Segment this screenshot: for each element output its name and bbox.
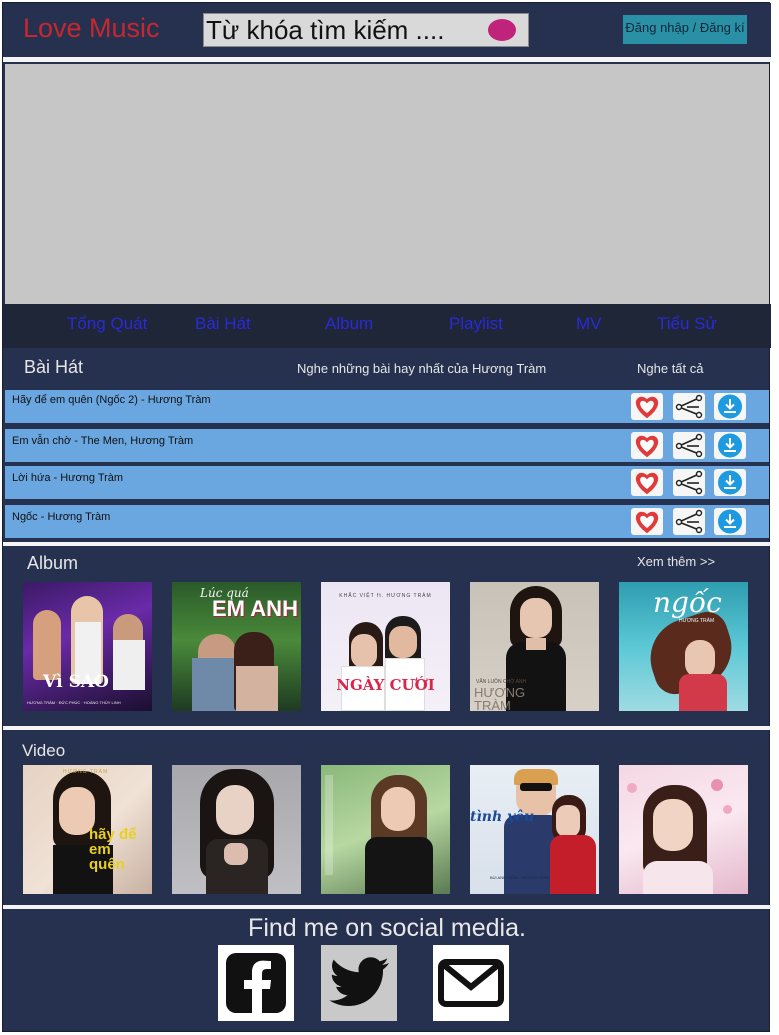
facebook-icon[interactable] xyxy=(218,945,294,1021)
nav-item-tong-quat[interactable]: Tổng Quát xyxy=(67,314,147,334)
album-cover-credits: KHẮC VIỆT ft. HƯƠNG TRÀM xyxy=(339,593,432,599)
share-icon[interactable] xyxy=(673,469,705,496)
album-cover-ngoc[interactable]: ngốc HƯƠNG TRÀM xyxy=(619,582,748,711)
mail-icon[interactable] xyxy=(433,945,509,1021)
divider xyxy=(3,57,771,62)
nav-item-album[interactable]: Album xyxy=(325,314,373,334)
see-more-link[interactable]: Xem thêm >> xyxy=(637,554,715,569)
album-cover-text: NGÀY CƯỚI xyxy=(336,676,435,694)
download-icon[interactable] xyxy=(714,469,746,496)
album-cover-text: ngốc xyxy=(653,586,722,619)
song-title[interactable]: Lời hứa - Hương Tràm xyxy=(12,472,123,484)
video-thumb-2[interactable] xyxy=(172,765,301,894)
logo[interactable]: Love Music xyxy=(23,13,160,44)
album-cover-credits: Lúc quá xyxy=(200,586,249,600)
header: Love Music Từ khóa tìm kiếm .... Đăng nh… xyxy=(3,3,771,57)
login-button[interactable]: Đăng nhập / Đăng kí xyxy=(623,15,747,44)
songs-section-title: Bài Hát xyxy=(24,357,84,377)
album-cover-ngay-cuoi[interactable]: KHẮC VIỆT ft. HƯƠNG TRÀM NGÀY CƯỚI xyxy=(321,582,450,711)
nav-item-mv[interactable]: MV xyxy=(576,314,602,334)
song-title[interactable]: Hãy để em quên (Ngốc 2) - Hương Tràm xyxy=(12,394,211,406)
listen-all-link[interactable]: Nghe tất cả xyxy=(637,361,704,376)
song-row[interactable]: Lời hứa - Hương Tràm xyxy=(5,466,769,499)
heart-icon[interactable] xyxy=(631,393,663,420)
video-thumb-5[interactable] xyxy=(619,765,748,894)
album-section-title: Album xyxy=(27,553,79,573)
heart-icon[interactable] xyxy=(631,432,663,459)
download-icon[interactable] xyxy=(714,508,746,535)
search-button[interactable] xyxy=(488,19,516,41)
twitter-icon[interactable] xyxy=(321,945,397,1021)
video-thumb-3[interactable] xyxy=(321,765,450,894)
share-icon[interactable] xyxy=(673,432,705,459)
share-icon[interactable] xyxy=(673,508,705,535)
search-bar[interactable]: Từ khóa tìm kiếm .... xyxy=(203,13,529,47)
album-cover-vi-sao[interactable]: Vì SAO HƯƠNG TRÀM · ĐỨC PHÚC · HOÀNG THÙ… xyxy=(23,582,152,711)
video-thumb-credits: HƯƠNG TRÀM xyxy=(63,769,109,775)
song-row[interactable]: Em vẫn chờ - The Men, Hương Tràm xyxy=(5,429,769,462)
page-frame: Love Music Từ khóa tìm kiếm .... Đăng nh… xyxy=(2,2,771,1032)
nav-bar: Tổng Quát Bài Hát Album Playlist MV Tiểu… xyxy=(3,304,771,348)
download-icon[interactable] xyxy=(714,393,746,420)
nav-item-bai-hat[interactable]: Bài Hát xyxy=(195,314,251,334)
video-thumb-hay-de-em-quen[interactable]: HƯƠNG TRÀM hãy để em quên xyxy=(23,765,152,894)
song-title[interactable]: Em vẫn chờ - The Men, Hương Tràm xyxy=(12,435,193,447)
divider xyxy=(3,726,771,730)
song-row[interactable]: Ngốc - Hương Tràm xyxy=(5,505,769,538)
song-row[interactable]: Hãy để em quên (Ngốc 2) - Hương Tràm xyxy=(5,390,769,423)
divider xyxy=(3,542,771,546)
album-cover-text: Vì SAO xyxy=(43,672,109,692)
download-icon[interactable] xyxy=(714,432,746,459)
heart-icon[interactable] xyxy=(631,508,663,535)
footer-text: Find me on social media. xyxy=(248,914,526,942)
video-thumb-em-van-cho[interactable]: tình yêu BÙI ANH TUẤN · HƯƠNG TRÀM xyxy=(470,765,599,894)
album-cover-em-anh[interactable]: EM ANH Lúc quá xyxy=(172,582,301,711)
search-input[interactable]: Từ khóa tìm kiếm .... xyxy=(206,15,444,46)
video-thumb-text: hãy để em quên xyxy=(89,826,137,873)
divider xyxy=(3,905,771,909)
nav-item-playlist[interactable]: Playlist xyxy=(449,314,503,334)
video-section-title: Video xyxy=(22,741,66,760)
album-cover-credits: HƯƠNG TRÀM · ĐỨC PHÚC · HOÀNG THÙY LINH xyxy=(27,700,121,705)
heart-icon[interactable] xyxy=(631,469,663,496)
share-icon[interactable] xyxy=(673,393,705,420)
video-thumb-text: tình yêu xyxy=(470,809,535,825)
album-cover-credits: HƯƠNG TRÀM xyxy=(679,618,715,624)
song-title[interactable]: Ngốc - Hương Tràm xyxy=(12,511,110,523)
video-thumb-credits: BÙI ANH TUẤN · HƯƠNG TRÀM xyxy=(490,875,550,880)
album-cover-em-van-cho[interactable]: VẪN LUÔN CHỜ ANH HƯƠNG TRÀM xyxy=(470,582,599,711)
nav-item-tieu-su[interactable]: Tiểu Sử xyxy=(657,314,717,334)
album-cover-text: HƯƠNG TRÀM xyxy=(474,685,526,711)
banner xyxy=(5,64,769,304)
songs-subtitle: Nghe những bài hay nhất của Hương Tràm xyxy=(297,361,547,376)
